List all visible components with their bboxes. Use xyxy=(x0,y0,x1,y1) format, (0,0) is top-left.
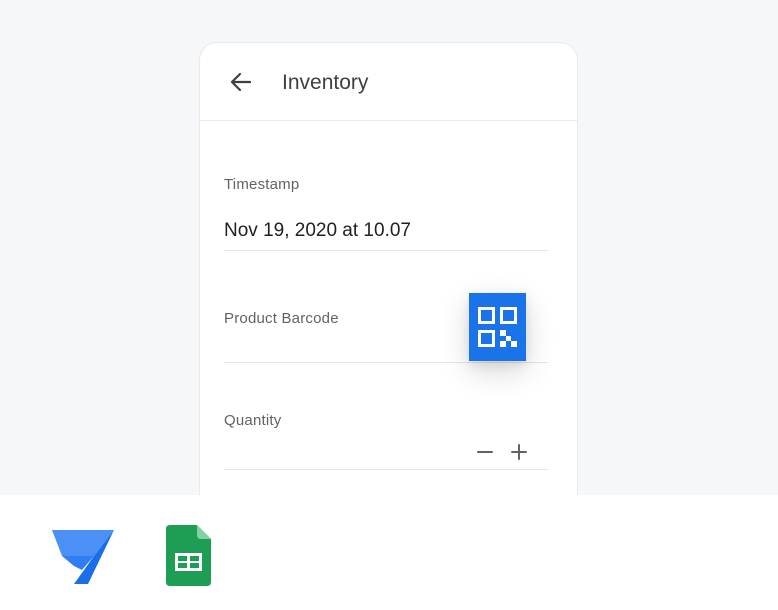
app-bar: Inventory xyxy=(200,43,577,121)
back-button[interactable] xyxy=(228,69,254,95)
qr-code-icon xyxy=(478,307,517,347)
timestamp-label: Timestamp xyxy=(224,176,300,193)
footer-background xyxy=(0,495,778,610)
quantity-underline xyxy=(224,469,548,470)
page-title: Inventory xyxy=(282,71,369,94)
product-barcode-label: Product Barcode xyxy=(224,310,339,327)
app-card: Inventory Timestamp Nov 19, 2020 at 10.0… xyxy=(199,42,578,495)
timestamp-underline xyxy=(224,250,548,251)
minus-icon xyxy=(477,451,493,453)
quantity-increment-button[interactable] xyxy=(508,441,530,463)
product-barcode-underline xyxy=(224,362,548,363)
quantity-label: Quantity xyxy=(224,412,282,429)
quantity-decrement-button[interactable] xyxy=(474,441,496,463)
timestamp-value[interactable]: Nov 19, 2020 at 10.07 xyxy=(224,219,411,243)
appsheet-logo xyxy=(52,528,116,591)
arrow-back-icon xyxy=(230,72,252,92)
plus-icon xyxy=(511,444,527,460)
google-sheets-logo xyxy=(165,525,212,592)
barcode-scan-button[interactable] xyxy=(469,293,526,361)
